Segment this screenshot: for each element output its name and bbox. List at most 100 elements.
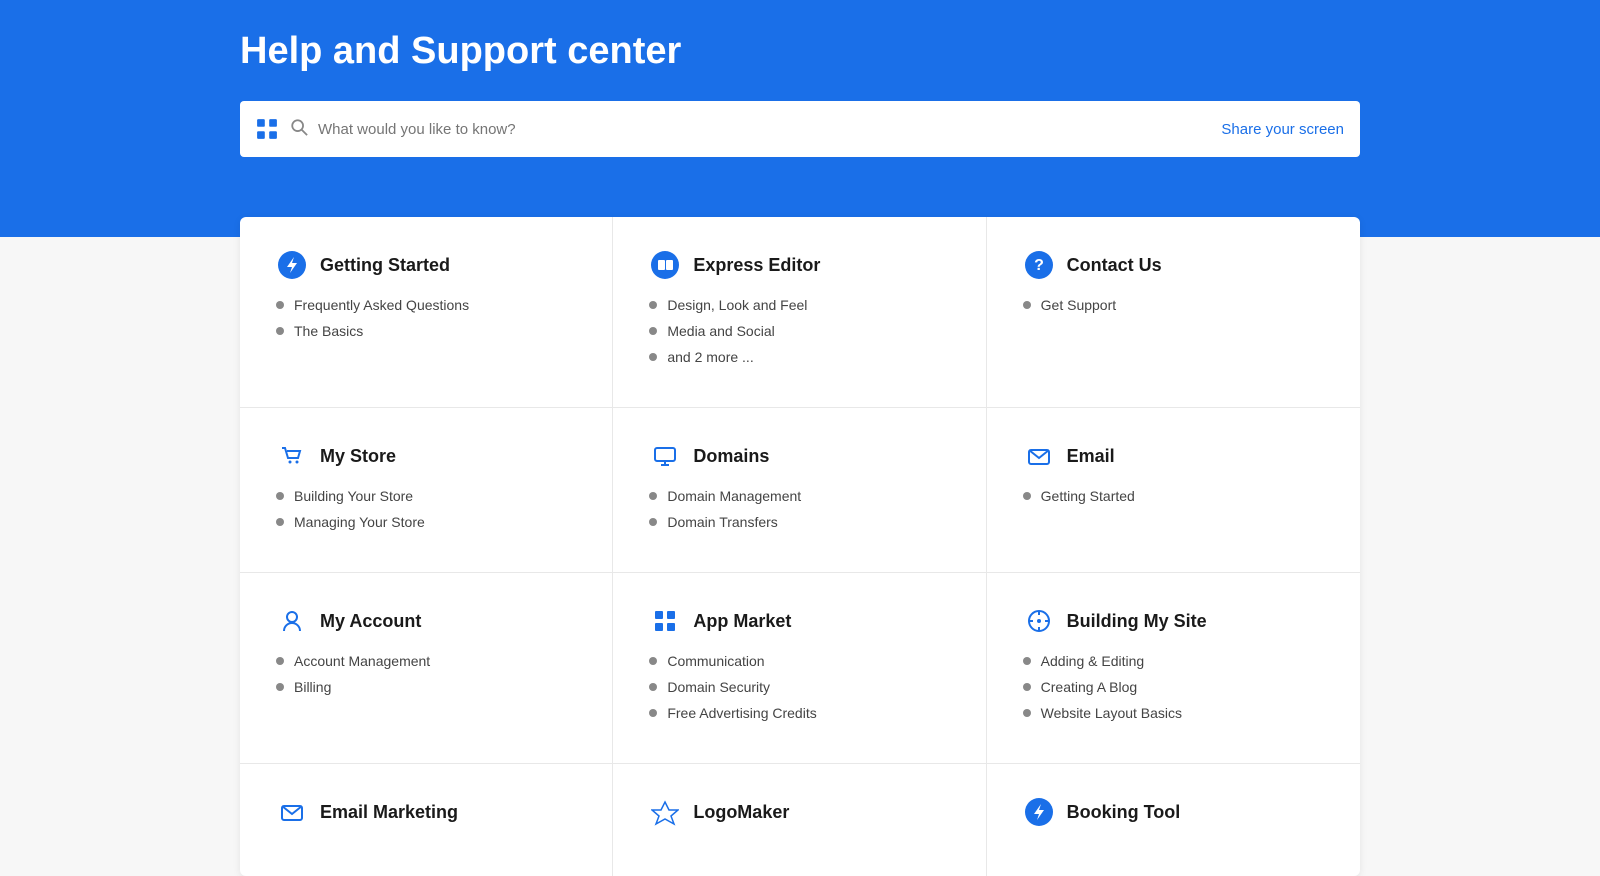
category-header-email[interactable]: Email [1023,440,1324,472]
category-links-domains: Domain Management Domain Transfers [649,488,949,530]
category-cell-contact-us: ? Contact Us Get Support [987,217,1360,407]
category-cell-getting-started: Getting Started Frequently Asked Question… [240,217,613,407]
envelope-icon-email [1023,440,1055,472]
category-row-3: Email Marketing LogoMaker Booking Tool [240,764,1360,876]
share-screen-link[interactable]: Share your screen [1221,121,1344,138]
page-title: Help and Support center [240,30,1360,73]
category-cell-logomaker: LogoMaker [613,764,986,876]
category-links-getting-started: Frequently Asked Questions The Basics [276,297,576,339]
lightning-icon-booking-tool [1023,796,1055,828]
category-cell-domains: Domains Domain Management Domain Transfers [613,408,986,572]
list-item: and 2 more ... [649,349,949,365]
grid-apps-icon[interactable] [256,118,278,140]
category-links-building-my-site: Adding & Editing Creating A Blog Website L… [1023,653,1324,721]
list-item: Media and Social [649,323,949,339]
category-title-app-market: App Market [693,611,791,632]
category-cell-my-store: My Store Building Your Store Managing Your… [240,408,613,572]
category-cell-email-marketing: Email Marketing [240,764,613,876]
category-title-my-store: My Store [320,446,396,467]
category-cell-booking-tool: Booking Tool [987,764,1360,876]
category-links-email: Getting Started [1023,488,1324,504]
category-link[interactable]: Frequently Asked Questions [294,297,469,313]
grid-icon-app-market [649,605,681,637]
category-link[interactable]: Communication [667,653,764,669]
category-title-email-marketing: Email Marketing [320,802,458,823]
category-cell-express-editor: Express Editor Design, Look and Feel Media… [613,217,986,407]
category-link[interactable]: Media and Social [667,323,774,339]
category-header-email-marketing[interactable]: Email Marketing [276,796,576,828]
logo-icon-logomaker [649,796,681,828]
list-item: Creating A Blog [1023,679,1324,695]
category-header-booking-tool[interactable]: Booking Tool [1023,796,1324,828]
category-title-domains: Domains [693,446,769,467]
search-input[interactable] [318,121,1205,138]
category-link[interactable]: Get Support [1041,297,1117,313]
category-header-logomaker[interactable]: LogoMaker [649,796,949,828]
search-bar: Share your screen [240,101,1360,157]
list-item: Account Management [276,653,576,669]
category-link[interactable]: Domain Transfers [667,514,777,530]
category-title-my-account: My Account [320,611,421,632]
category-title-getting-started: Getting Started [320,255,450,276]
category-link[interactable]: Managing Your Store [294,514,425,530]
category-header-contact-us[interactable]: ? Contact Us [1023,249,1324,281]
category-links-contact-us: Get Support [1023,297,1324,313]
header-section: Help and Support center Share your scree… [0,0,1600,237]
compass-icon-building-my-site [1023,605,1055,637]
category-cell-app-market: App Market Communication Domain Security Fr… [613,573,986,763]
monitor-icon-domains [649,440,681,472]
list-item: Free Advertising Credits [649,705,949,721]
main-content: Getting Started Frequently Asked Question… [220,217,1380,876]
category-links-app-market: Communication Domain Security Free Adverti… [649,653,949,721]
list-item: Communication [649,653,949,669]
category-header-getting-started[interactable]: Getting Started [276,249,576,281]
editor-icon-express-editor [649,249,681,281]
category-header-building-my-site[interactable]: Building My Site [1023,605,1324,637]
category-links-express-editor: Design, Look and Feel Media and Social and… [649,297,949,365]
list-item: Billing [276,679,576,695]
category-cell-building-my-site: Building My Site Adding & Editing Creating… [987,573,1360,763]
category-links-my-store: Building Your Store Managing Your Store [276,488,576,530]
svg-text:?: ? [1034,257,1044,274]
category-link[interactable]: Billing [294,679,331,695]
category-link[interactable]: Getting Started [1041,488,1135,504]
list-item: Design, Look and Feel [649,297,949,313]
category-link[interactable]: The Basics [294,323,363,339]
list-item: The Basics [276,323,576,339]
list-item: Website Layout Basics [1023,705,1324,721]
category-link[interactable]: Account Management [294,653,430,669]
category-title-express-editor: Express Editor [693,255,820,276]
category-link[interactable]: and 2 more ... [667,349,753,365]
envelope-icon-email-marketing [276,796,308,828]
question-icon-contact-us: ? [1023,249,1055,281]
search-icon [290,118,308,141]
person-icon-my-account [276,605,308,637]
list-item: Domain Management [649,488,949,504]
category-row-0: Getting Started Frequently Asked Question… [240,217,1360,408]
category-link[interactable]: Building Your Store [294,488,413,504]
category-link[interactable]: Design, Look and Feel [667,297,807,313]
category-link[interactable]: Domain Security [667,679,770,695]
category-link[interactable]: Adding & Editing [1041,653,1145,669]
list-item: Frequently Asked Questions [276,297,576,313]
list-item: Get Support [1023,297,1324,313]
lightning-icon-getting-started [276,249,308,281]
category-link[interactable]: Free Advertising Credits [667,705,816,721]
category-title-contact-us: Contact Us [1067,255,1162,276]
category-cell-my-account: My Account Account Management Billing [240,573,613,763]
category-link[interactable]: Website Layout Basics [1041,705,1182,721]
category-header-express-editor[interactable]: Express Editor [649,249,949,281]
category-link[interactable]: Domain Management [667,488,801,504]
category-header-domains[interactable]: Domains [649,440,949,472]
category-header-my-store[interactable]: My Store [276,440,576,472]
category-cell-email: Email Getting Started [987,408,1360,572]
category-header-app-market[interactable]: App Market [649,605,949,637]
list-item: Getting Started [1023,488,1324,504]
category-row-2: My Account Account Management Billing App … [240,573,1360,764]
category-header-my-account[interactable]: My Account [276,605,576,637]
list-item: Domain Transfers [649,514,949,530]
list-item: Adding & Editing [1023,653,1324,669]
category-title-email: Email [1067,446,1115,467]
category-link[interactable]: Creating A Blog [1041,679,1138,695]
cart-icon-my-store [276,440,308,472]
